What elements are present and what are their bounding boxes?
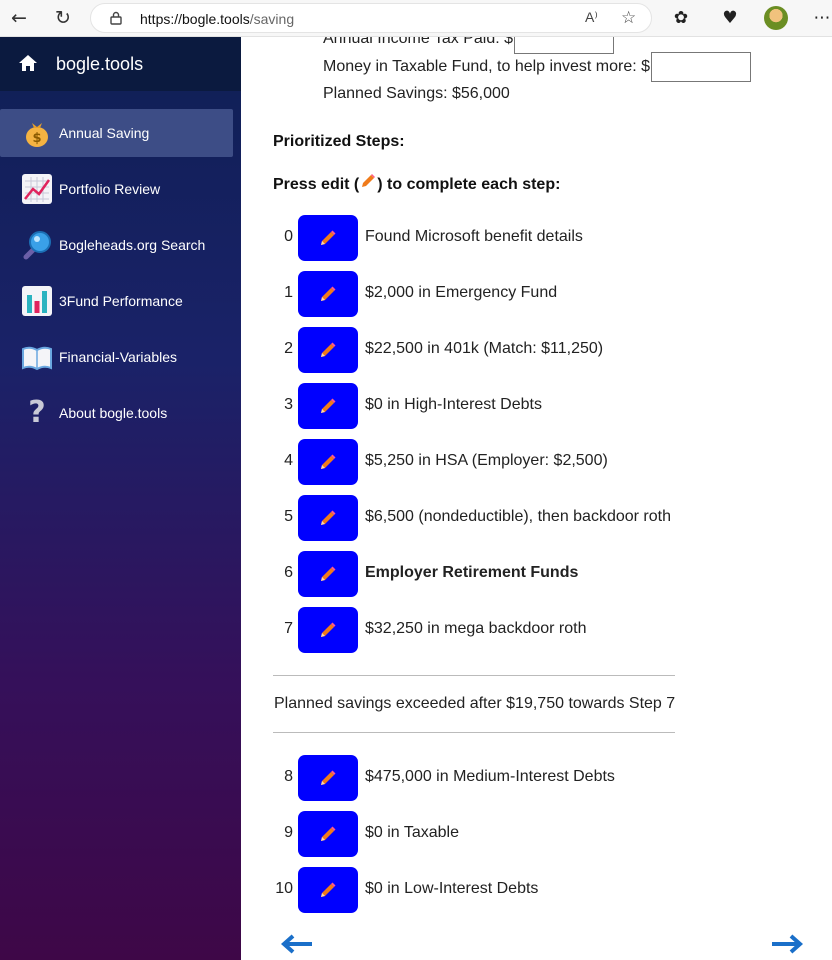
home-icon [19,55,37,71]
pencil-icon [321,286,336,301]
edit-step-button[interactable] [298,439,358,485]
pencil-icon [321,566,336,581]
step-number: 7 [284,620,293,637]
sidebar-item-annual-saving[interactable]: $ Annual Saving [0,109,233,157]
more-menu-icon[interactable]: ⋯ [810,6,832,30]
edit-step-button[interactable] [298,867,358,913]
step-row: 0 Found Microsoft benefit details [269,215,829,261]
question-icon: ? [28,395,46,430]
money-bag-icon: $ [21,117,53,149]
pencil-icon [321,826,336,841]
pencil-icon [359,173,377,193]
extensions-icon[interactable]: ✿ [669,6,693,30]
prioritized-steps-heading: Prioritized Steps: [273,133,405,150]
address-bar[interactable]: https://bogle.tools/saving A⁾ ☆ [90,3,652,33]
step-row: 4 $5,250 in HSA (Employer: $2,500) [269,439,829,485]
step-number: 5 [284,508,293,525]
edit-step-button[interactable] [298,383,358,429]
pencil-icon [321,882,336,897]
sidebar-item-about[interactable]: ? About bogle.tools [0,389,233,437]
step-description: $6,500 (nondeductible), then backdoor ro… [365,508,671,525]
health-heart-icon[interactable]: ♥ [718,6,742,30]
sidebar: bogle.tools $ Annual Saving Portfolio Re… [0,37,241,960]
magnifier-icon [21,229,53,261]
press-edit-instruction: Press edit () to complete each step: [273,173,560,194]
pencil-icon [321,454,336,469]
svg-text:$: $ [32,131,41,146]
step-number: 3 [284,396,293,413]
step-row: 9 $0 in Taxable [269,811,829,857]
main-content: Annual Income Tax Paid: $ Money in Taxab… [241,37,832,960]
sidebar-item-portfolio-review[interactable]: Portfolio Review [0,165,233,213]
step-number: 8 [284,768,293,785]
sidebar-item-3fund-performance[interactable]: 3Fund Performance [0,277,233,325]
pencil-icon [321,510,336,525]
edit-step-button[interactable] [298,811,358,857]
chart-up-icon [21,173,53,205]
step-description: $475,000 in Medium-Interest Debts [365,768,615,785]
next-arrow-icon[interactable] [771,933,805,955]
edit-step-button[interactable] [298,551,358,597]
step-row: 6 Employer Retirement Funds [269,551,829,597]
step-row: 8 $475,000 in Medium-Interest Debts [269,755,829,801]
step-description: Employer Retirement Funds [365,564,579,581]
pencil-icon [321,230,336,245]
step-description: $32,250 in mega backdoor roth [365,620,587,637]
previous-arrow-icon[interactable] [279,933,313,955]
step-row: 10 $0 in Low-Interest Debts [269,867,829,913]
edit-step-button[interactable] [298,755,358,801]
open-book-icon [21,341,53,373]
step-description: $5,250 in HSA (Employer: $2,500) [365,452,608,469]
taxable-fund-input[interactable] [651,52,751,82]
back-arrow-icon[interactable]: ← [6,6,32,30]
step-number: 10 [275,880,293,897]
step-number: 4 [284,452,293,469]
step-number: 0 [284,228,293,245]
refresh-icon[interactable]: ↻ [50,6,76,30]
divider [273,675,675,676]
sidebar-item-bogleheads-search[interactable]: Bogleheads.org Search [0,221,233,269]
step-description: $0 in Taxable [365,824,459,841]
edit-step-button[interactable] [298,271,358,317]
edit-step-button[interactable] [298,215,358,261]
step-description: $2,000 in Emergency Fund [365,284,558,301]
step-row: 7 $32,250 in mega backdoor roth [269,607,829,653]
pencil-icon [321,770,336,785]
brand-title: bogle.tools [56,54,144,74]
edit-step-button[interactable] [298,327,358,373]
step-number: 1 [284,284,293,301]
taxable-fund-label: Money in Taxable Fund, to help invest mo… [323,58,650,76]
step-number: 9 [284,824,293,841]
sidebar-item-financial-variables[interactable]: Financial-Variables [0,333,233,381]
step-description: $0 in High-Interest Debts [365,396,542,413]
step-description: $0 in Low-Interest Debts [365,880,539,897]
bar-chart-icon [21,285,53,317]
brand-link[interactable]: bogle.tools [0,37,241,91]
step-row: 5 $6,500 (nondeductible), then backdoor r… [269,495,829,541]
step-description: $22,500 in 401k (Match: $11,250) [365,340,604,357]
step-number: 2 [284,340,293,357]
tax-paid-label: Annual Income Tax Paid: $ [323,37,514,48]
profile-avatar[interactable] [764,6,788,30]
step-row: 2 $22,500 in 401k (Match: $11,250) [269,327,829,373]
read-aloud-icon[interactable]: A⁾ [585,9,598,26]
exceeded-notice: Planned savings exceeded after $19,750 t… [274,695,676,712]
browser-toolbar: ← ↻ https://bogle.tools/saving A⁾ ☆ ✿ ♥ … [0,0,832,37]
taxable-fund-row: Money in Taxable Fund, to help invest mo… [323,52,751,82]
lock-icon [110,11,122,25]
step-row: 1 $2,000 in Emergency Fund [269,271,829,317]
step-row: 3 $0 in High-Interest Debts [269,383,829,429]
pencil-icon [321,398,336,413]
add-favorite-icon[interactable]: ☆ [621,8,636,28]
step-description: Found Microsoft benefit details [365,228,583,245]
step-number: 6 [284,564,293,581]
pencil-icon [321,622,336,637]
edit-step-button[interactable] [298,607,358,653]
edit-step-button[interactable] [298,495,358,541]
url-text: https://bogle.tools/saving [140,11,295,27]
planned-savings: Planned Savings: $56,000 [323,85,510,102]
pencil-icon [321,342,336,357]
divider [273,732,675,733]
